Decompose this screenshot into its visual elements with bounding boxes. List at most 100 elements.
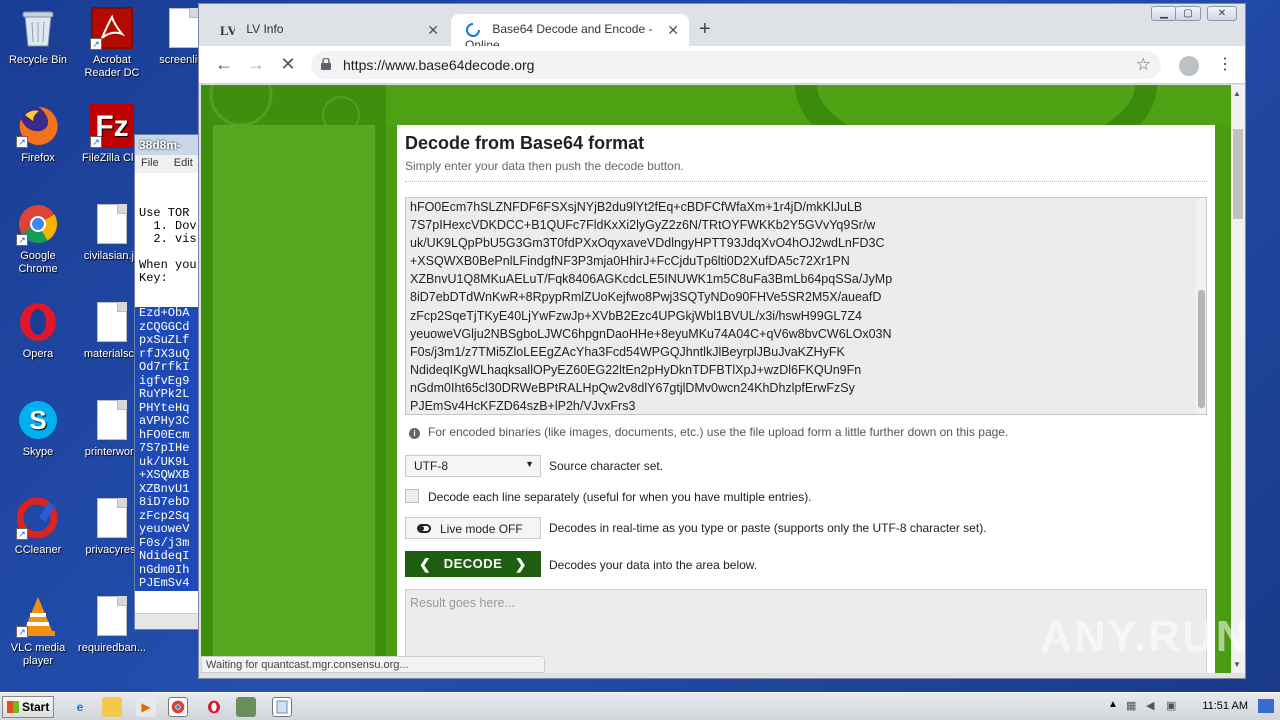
document-icon (90, 300, 134, 344)
desktop-icon-ccleaner[interactable]: ↗ CCleaner (0, 496, 76, 557)
skype-icon: S (16, 398, 60, 442)
bookmark-star-icon[interactable]: ☆ (1136, 55, 1151, 75)
decode-lines-label: Decode each line separately (useful for … (428, 490, 812, 504)
lv-icon: LV (219, 22, 237, 38)
document-icon (90, 496, 134, 540)
menu-edit[interactable]: Edit (174, 157, 193, 169)
desktop-icon-chrome[interactable]: ↗ Google Chrome (0, 202, 76, 276)
input-line: nGdm0Iht65cl30DRWeBPtRALHpQw2v8dlY67gtjl… (410, 380, 855, 395)
live-mode-toggle[interactable]: Live mode OFF (405, 517, 541, 539)
tray-expand-icon[interactable]: ▲ (1108, 699, 1118, 710)
decode-button[interactable]: ❮ DECODE ❯ (405, 551, 541, 577)
close-icon[interactable]: ✕ (427, 22, 439, 39)
input-line: XZBnvU1Q8MKuAELuT/Fqk8406AGKcdcLE5INUWK1… (410, 272, 893, 287)
svg-text:LV: LV (220, 23, 235, 38)
browser-toolbar: ← → ✕ https://www.base64decode.org ☆ ⋮ (199, 46, 1245, 84)
start-button[interactable]: Start (2, 696, 54, 718)
page-viewport: Decode from Base64 format Simply enter y… (201, 85, 1231, 673)
stop-button[interactable]: ✕ (277, 54, 299, 75)
new-tab-button[interactable]: + (699, 18, 711, 41)
input-line: uk/UK9LQpPbU5G3Gm3T0fdPXxOqyxaveVDdlngyH… (410, 236, 885, 251)
input-line: hFO0Ecm7hSLZNFDF6FSXsjNYjB2du9lYt2fEq+cB… (410, 200, 863, 214)
decode-lines-checkbox[interactable] (405, 489, 419, 503)
forward-button[interactable]: → (245, 54, 267, 75)
back-button[interactable]: ← (213, 54, 235, 75)
base64-input[interactable]: hFO0Ecm7hSLZNFDF6FSXsjNYjB2du9lYt2fEq+cB… (405, 197, 1207, 415)
taskbar: Start e ▶ ▲ ▦ ◀ ▣ 11:51 AM (0, 692, 1280, 720)
decode-button-label: DECODE (443, 556, 503, 571)
desktop-icon-acrobat[interactable]: ↗ Acrobat Reader DC (74, 6, 150, 80)
input-line: +XSQWXB0BePnlLFindgfNF3P3mja0HhirJ+FcCjd… (410, 254, 850, 269)
info-note: i For encoded binaries (like images, docu… (409, 425, 1008, 439)
svg-text:S: S (29, 405, 46, 435)
tab-title: LV Info (246, 22, 284, 37)
desktop-icon-firefox[interactable]: ↗ Firefox (0, 104, 76, 165)
input-line: zFcp2SqeTjTKyE40LjYwFzwJp+XVbB2Ezc4UPGkj… (410, 308, 862, 323)
chrome-icon: ↗ (16, 202, 60, 246)
desktop-icon-skype[interactable]: S Skype (0, 398, 76, 459)
system-tray: ▲ ▦ ◀ ▣ 11:51 AM (1100, 693, 1280, 720)
result-placeholder: Result goes here... (410, 596, 515, 610)
scroll-up-arrow-icon[interactable]: ▲ (1233, 89, 1241, 98)
opera-taskbar-icon[interactable] (204, 697, 224, 717)
menu-file[interactable]: File (141, 157, 159, 169)
ccleaner-icon: ↗ (16, 496, 60, 540)
page-subtitle: Simply enter your data then push the dec… (405, 159, 684, 173)
browser-menu-icon[interactable]: ⋮ (1217, 54, 1233, 74)
show-desktop-icon[interactable] (1258, 699, 1274, 713)
input-scrollbar[interactable] (1196, 198, 1206, 414)
info-text: For encoded binaries (like images, docum… (428, 425, 1009, 439)
browser-window: LV LV Info ✕ Base64 Decode and Encode - … (198, 3, 1246, 679)
url-text: https://www.base64decode.org (343, 57, 535, 73)
page-title: Decode from Base64 format (405, 133, 645, 153)
opera-icon (16, 300, 60, 344)
sidebar-panel (213, 125, 375, 673)
document-icon (90, 398, 134, 442)
live-mode-label: Live mode OFF (440, 522, 523, 536)
process-icon[interactable] (236, 697, 256, 717)
tab-lv-info[interactable]: LV LV Info ✕ (205, 14, 449, 46)
vlc-icon: ↗ (16, 594, 60, 638)
firefox-icon: ↗ (16, 104, 60, 148)
charset-label: Source character set. (549, 459, 664, 473)
close-icon[interactable]: ✕ (667, 22, 679, 39)
network-icon[interactable]: ▦ (1126, 699, 1136, 712)
lock-icon (321, 57, 331, 70)
input-scroll-thumb[interactable] (1198, 290, 1205, 408)
status-bar: Waiting for quantcast.mgr.consensu.org..… (201, 656, 545, 673)
charset-select[interactable]: UTF-8 ▼ (405, 455, 541, 477)
page-scroll-thumb[interactable] (1233, 129, 1243, 219)
notepad-taskbar-icon[interactable] (272, 697, 292, 717)
action-center-icon[interactable]: ▣ (1166, 699, 1176, 712)
profile-avatar[interactable] (1179, 56, 1199, 76)
tab-bar: LV LV Info ✕ Base64 Decode and Encode - … (199, 4, 1245, 52)
desktop-icon-opera[interactable]: Opera (0, 300, 76, 361)
address-bar[interactable]: https://www.base64decode.org ☆ (311, 51, 1161, 79)
media-player-icon[interactable]: ▶ (136, 697, 156, 717)
filezilla-icon: Fz ↗ (90, 104, 134, 148)
chevron-right-icon: ❯ (514, 556, 527, 572)
maximize-button[interactable]: ▢ (1175, 6, 1201, 21)
close-window-button[interactable]: ✕ (1207, 6, 1237, 21)
desktop-icon-vlc[interactable]: ↗ VLC media player (0, 594, 76, 668)
minimize-button[interactable]: ▁ (1151, 6, 1177, 21)
toggle-icon (417, 524, 431, 533)
volume-icon[interactable]: ◀ (1146, 699, 1154, 712)
dropdown-arrow-icon: ▼ (525, 459, 534, 469)
ie-icon[interactable]: e (70, 697, 90, 717)
clock[interactable]: 11:51 AM (1202, 700, 1248, 712)
anyrun-watermark: ANY.RUN (1040, 612, 1250, 661)
explorer-icon[interactable] (102, 697, 122, 717)
charset-value: UTF-8 (414, 459, 448, 473)
desktop-icon-recycle-bin[interactable]: Recycle Bin (0, 6, 76, 67)
acrobat-icon: ↗ (90, 6, 134, 50)
input-line: PJEmSv4HcKFZD64szB+lP2h/VJvxFrs3 (410, 399, 636, 414)
chrome-taskbar-icon[interactable] (168, 697, 188, 717)
decode-card: Decode from Base64 format Simply enter y… (397, 125, 1215, 673)
live-mode-description: Decodes in real-time as you type or past… (549, 521, 987, 535)
input-text: hFO0Ecm7hSLZNFDF6FSXsjNYjB2du9lYt2fEq+cB… (406, 198, 1206, 414)
tab-base64[interactable]: Base64 Decode and Encode - Online ✕ (451, 14, 689, 52)
page-scrollbar[interactable]: ▲ ▼ (1231, 85, 1245, 673)
info-icon: i (409, 428, 420, 439)
input-line: NdideqIKgWLhaqksallOPyEZ60EG22ltEn2pHyDk… (410, 362, 862, 377)
